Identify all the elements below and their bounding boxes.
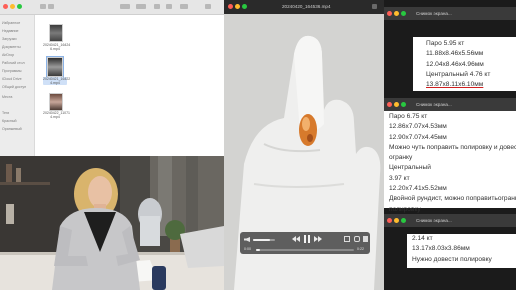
video-player-window: 20240420_164536.mp4 0:00 0:22 [224, 0, 384, 290]
zoom-icon[interactable] [242, 4, 247, 9]
progress-bar[interactable] [256, 249, 354, 251]
minimize-icon[interactable] [394, 102, 399, 107]
minimize-icon[interactable] [394, 11, 399, 16]
sidebar-item[interactable]: Загрузки [2, 37, 16, 41]
sidebar-item[interactable]: Документы [2, 45, 21, 49]
close-icon[interactable] [228, 4, 233, 9]
more-icon[interactable] [180, 4, 188, 9]
more-icon[interactable] [363, 236, 368, 242]
note-line: Центральный 4.76 кт [426, 70, 491, 78]
webcam-image [0, 156, 224, 290]
note-line: 12.04х8.46х4.96мм [426, 60, 484, 68]
sidebar-item[interactable]: Программы [2, 69, 21, 73]
zoom-icon[interactable] [401, 218, 406, 223]
video-thumbnail[interactable] [49, 93, 63, 111]
share-icon[interactable] [354, 236, 360, 242]
minimize-icon[interactable] [10, 4, 15, 9]
file-name[interactable]: 20240421_16424 6.mp4 [43, 43, 70, 51]
close-icon[interactable] [387, 102, 392, 107]
finder-sidebar: Избранное Недавние Загрузки Документы Ai… [0, 15, 35, 156]
sidebar-item[interactable]: Места [2, 95, 12, 99]
file-name[interactable]: 20240421_16422 4.mp4 [43, 77, 70, 85]
share-icon[interactable] [372, 4, 377, 9]
note-line: Центральный [389, 164, 431, 172]
note-line: Нужно довести полировку [412, 255, 492, 263]
screenshot-window-titlebar: Снимок экрана... [384, 7, 516, 20]
minimize-icon[interactable] [235, 4, 240, 9]
player-title: 20240420_164536.mp4 [282, 4, 331, 9]
forward-icon[interactable] [48, 4, 54, 9]
progress-fill [256, 249, 260, 251]
finder-toolbar [0, 0, 224, 15]
note-line: 11.88х8.46х5.56мм [426, 50, 484, 58]
window-title: Снимок экрана... [416, 102, 452, 107]
sidebar-item[interactable]: Недавние [2, 29, 19, 33]
share-icon[interactable] [154, 4, 160, 9]
finder-file-area: 20240421_16424 6.mp4 20240421_16422 4.mp… [35, 15, 224, 156]
note-line: 13.87х8.11х6.10мм [426, 81, 484, 89]
sidebar-item[interactable]: Рабочий стол [2, 61, 25, 65]
sidebar-item[interactable]: AirDrop [2, 53, 14, 57]
file-name[interactable]: 20240422_11071 4.mp4 [43, 111, 70, 119]
close-icon[interactable] [387, 218, 392, 223]
picture-in-picture-icon[interactable] [344, 236, 350, 242]
note-line: Паро 6.75 кт [389, 113, 428, 120]
minimize-icon[interactable] [394, 218, 399, 223]
screenshot-window-titlebar: Снимок экрана... [384, 214, 516, 227]
close-icon[interactable] [3, 4, 8, 9]
close-icon[interactable] [387, 11, 392, 16]
volume-level [253, 239, 270, 241]
video-frame[interactable]: 0:00 0:22 [224, 14, 384, 290]
notes-column: Снимок экрана... Паро 5.95 кт 11.88х8.46… [384, 0, 516, 290]
note-line: огранку [389, 154, 413, 162]
screenshot-window-titlebar: Снимок экрана... [384, 98, 516, 111]
note-card: Паро 5.95 кт 11.88х8.46х5.56мм 12.04х8.4… [413, 37, 516, 91]
finder-window: Избранное Недавние Загрузки Документы Ai… [0, 0, 224, 156]
back-icon[interactable] [40, 4, 46, 9]
note-line: 12.86х7.07х4.53мм [389, 123, 447, 131]
volume-icon[interactable] [244, 237, 250, 242]
time-elapsed: 0:00 [244, 247, 251, 251]
note-line: 3.97 кт [389, 174, 410, 182]
note-line: 13.17х8.03х3.86мм [412, 245, 470, 253]
webcam-feed [0, 156, 224, 290]
search-icon[interactable] [205, 4, 211, 9]
view-options-icon[interactable] [120, 4, 130, 9]
window-title: Снимок экрана... [416, 218, 452, 223]
note-line: Можно чуть поправить полировку и довести [389, 143, 516, 151]
rewind-icon[interactable] [292, 236, 300, 242]
sidebar-item[interactable]: Красный [2, 119, 16, 123]
note-line: 2.14 кт [412, 235, 433, 242]
player-titlebar: 20240420_164536.mp4 [224, 0, 384, 14]
sidebar-item[interactable]: Избранное [2, 21, 20, 25]
fast-forward-icon[interactable] [314, 236, 322, 242]
zoom-icon[interactable] [401, 11, 406, 16]
video-thumbnail[interactable] [49, 24, 63, 42]
note-line: Двойной рундист, можно поправитьогранку … [389, 195, 516, 203]
time-remaining: 0:22 [357, 247, 364, 251]
note-line: 12.20х7.41х5.52мм [389, 185, 447, 193]
group-icon[interactable] [136, 4, 146, 9]
pause-icon[interactable] [304, 235, 307, 243]
note-line: Паро 5.95 кт [426, 40, 465, 47]
zoom-icon[interactable] [17, 4, 22, 9]
note-card: Паро 6.75 кт 12.86х7.07х4.53мм 12.90х7.0… [384, 111, 516, 213]
video-thumbnail[interactable] [46, 56, 64, 78]
sidebar-item[interactable]: Теги [2, 111, 9, 115]
pause-icon[interactable] [308, 235, 311, 243]
playback-controls: 0:00 0:22 [240, 232, 370, 254]
sidebar-item[interactable]: Общий доступ [2, 85, 26, 89]
sidebar-item[interactable]: Оранжевый [2, 127, 22, 131]
zoom-icon[interactable] [401, 102, 406, 107]
window-title: Снимок экрана... [416, 11, 452, 16]
note-line: 12.90х7.07х4.45мм [389, 133, 447, 141]
sidebar-item[interactable]: iCloud Drive [2, 77, 22, 81]
tag-icon[interactable] [166, 4, 172, 9]
note-card: 2.14 кт 13.17х8.03х3.86мм Нужно довести … [407, 234, 516, 268]
